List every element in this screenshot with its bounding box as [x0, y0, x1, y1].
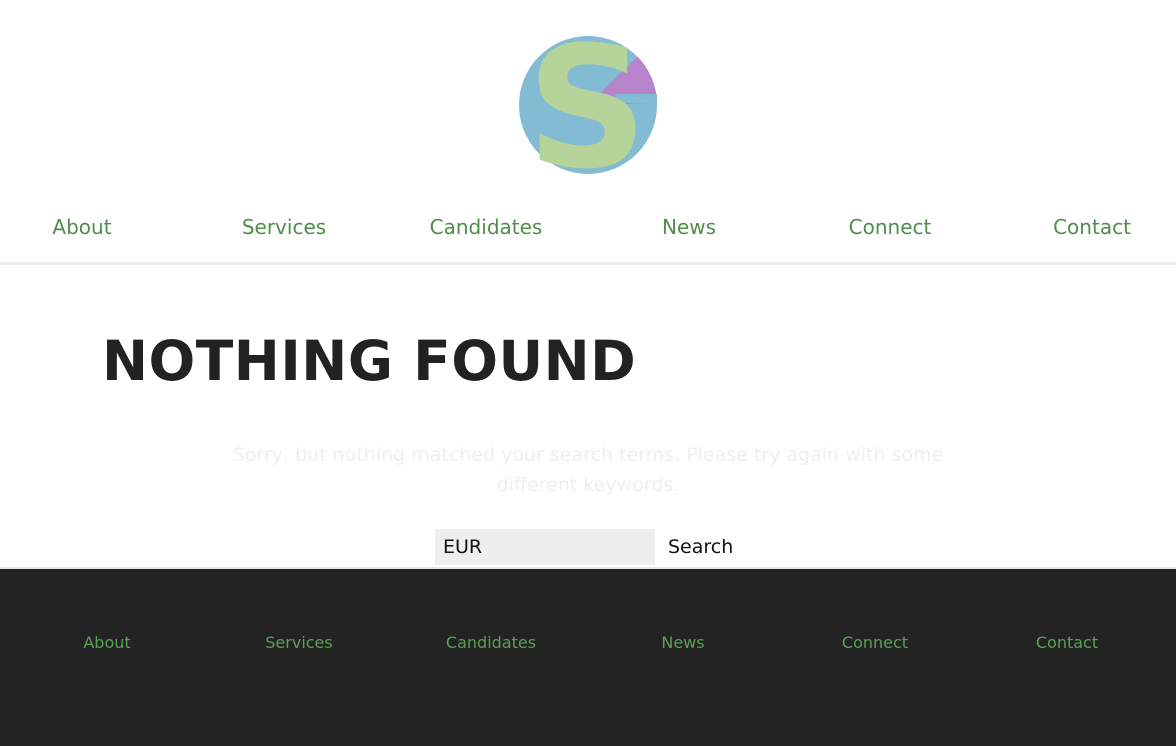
sg-logo-icon[interactable]: S: [517, 34, 659, 176]
header-divider: [0, 262, 1176, 265]
footer-nav: About Services Candidates News Connect C…: [0, 631, 1176, 655]
search-button[interactable]: Search: [657, 529, 745, 565]
nav-contact-link[interactable]: Contact: [1053, 212, 1131, 242]
main-nav: About Services Candidates News Connect C…: [0, 212, 1176, 242]
search-form: Search: [435, 529, 745, 565]
page-title: NOTHING FOUND: [102, 329, 637, 393]
no-results-message: Sorry, but nothing matched your search t…: [232, 444, 944, 496]
footer-connect-link[interactable]: Connect: [842, 631, 908, 655]
footer-candidates-link[interactable]: Candidates: [446, 631, 536, 655]
nav-about-link[interactable]: About: [52, 212, 111, 242]
site-header: S About Services Candidates News Connect…: [0, 0, 1176, 262]
nav-services-link[interactable]: Services: [242, 212, 326, 242]
nav-connect-link[interactable]: Connect: [849, 212, 932, 242]
footer-services-link[interactable]: Services: [265, 631, 332, 655]
footer-news-link[interactable]: News: [661, 631, 704, 655]
nav-candidates-link[interactable]: Candidates: [430, 212, 543, 242]
site-footer: About Services Candidates News Connect C…: [0, 567, 1176, 746]
footer-about-link[interactable]: About: [83, 631, 130, 655]
footer-contact-link[interactable]: Contact: [1036, 631, 1098, 655]
svg-text:S: S: [527, 34, 648, 176]
nav-news-link[interactable]: News: [662, 212, 716, 242]
search-input[interactable]: [435, 529, 655, 565]
page: S About Services Candidates News Connect…: [0, 0, 1176, 746]
